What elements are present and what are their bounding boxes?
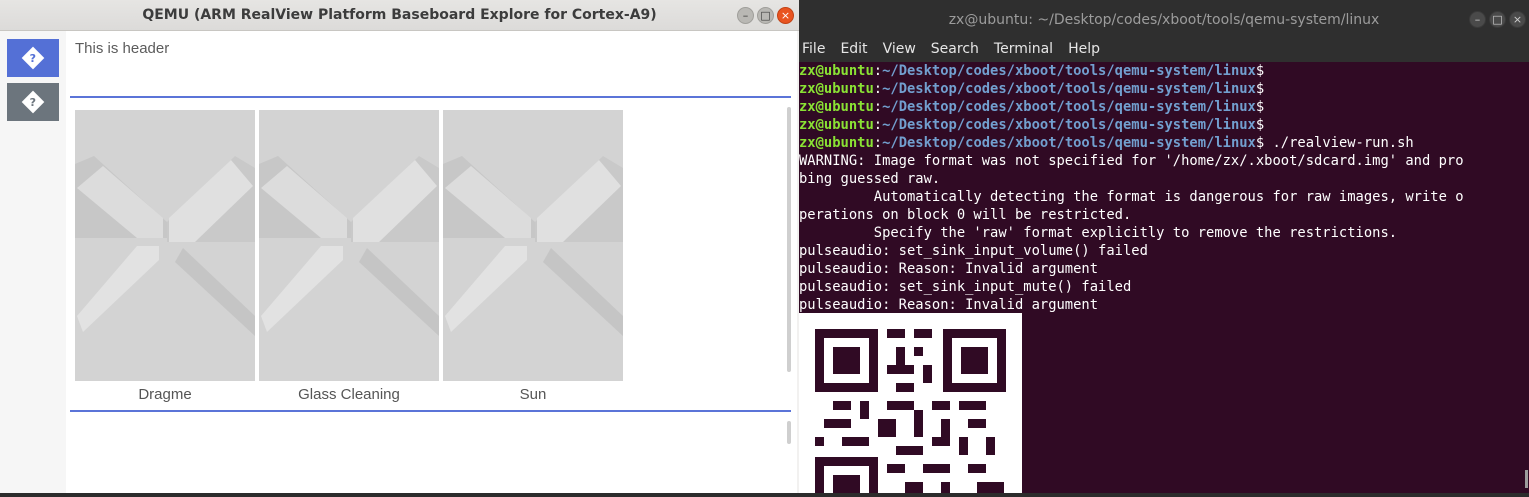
terminal-maximize-button[interactable]: □ [1489, 11, 1506, 28]
qemu-window: QEMU (ARM RealView Platform Baseboard Ex… [0, 0, 799, 493]
output-line: Automatically detecting the format is da… [799, 189, 1464, 205]
xboot-logo-icon [259, 156, 439, 336]
prompt-line: zx@ubuntu:~/Desktop/codes/xboot/tools/qe… [799, 63, 1265, 79]
menu-search[interactable]: Search [928, 38, 979, 62]
output-line: Specify the 'raw' format explicitly to r… [799, 225, 1398, 241]
help-icon: ? [21, 46, 45, 70]
scrollbar[interactable] [787, 107, 791, 372]
menu-view[interactable]: View [880, 38, 916, 62]
header-divider [70, 96, 791, 98]
help-icon: ? [21, 90, 45, 114]
qemu-close-button[interactable]: × [777, 7, 794, 24]
xboot-logo-icon [75, 156, 255, 336]
item-tile-dragme[interactable] [75, 110, 255, 381]
prompt-line: zx@ubuntu:~/Desktop/codes/xboot/tools/qe… [799, 135, 1414, 151]
prompt-line: zx@ubuntu:~/Desktop/codes/xboot/tools/qe… [799, 81, 1265, 97]
scrollbar[interactable] [787, 421, 791, 444]
guest-sidebar: ? ? [0, 31, 66, 493]
output-line: pulseaudio: set_sink_input_mute() failed [799, 279, 1132, 295]
output-line: WARNING: Image format was not specified … [799, 153, 1464, 169]
terminal-minimize-button[interactable]: – [1469, 11, 1486, 28]
terminal-menubar: File Edit View Search Terminal Help [799, 38, 1529, 62]
sidebar-button-1[interactable]: ? [7, 39, 59, 77]
content-divider [70, 410, 791, 412]
qemu-maximize-button[interactable]: □ [757, 7, 774, 24]
terminal-close-button[interactable]: × [1509, 11, 1526, 28]
item-tile-glass-cleaning[interactable] [259, 110, 439, 381]
xboot-logo-icon [443, 156, 623, 336]
qemu-window-title: QEMU (ARM RealView Platform Baseboard Ex… [142, 7, 657, 23]
prompt-line: zx@ubuntu:~/Desktop/codes/xboot/tools/qe… [799, 99, 1265, 115]
qemu-display[interactable]: ? ? This is header Dragme Glass Cleaning… [0, 31, 797, 493]
menu-edit[interactable]: Edit [837, 38, 867, 62]
output-line: pulseaudio: Reason: Invalid argument [799, 261, 1099, 277]
output-line: perations on block 0 will be restricted. [799, 207, 1132, 223]
terminal-titlebar[interactable]: zx@ubuntu: ~/Desktop/codes/xboot/tools/q… [799, 0, 1529, 38]
sidebar-button-2[interactable]: ? [7, 83, 59, 121]
page-header: This is header [75, 40, 170, 57]
prompt-line: zx@ubuntu:~/Desktop/codes/xboot/tools/qe… [799, 117, 1265, 133]
qemu-titlebar[interactable]: QEMU (ARM RealView Platform Baseboard Ex… [0, 0, 799, 31]
menu-terminal[interactable]: Terminal [991, 38, 1053, 62]
menu-file[interactable]: File [799, 38, 825, 62]
output-line: bing guessed raw. [799, 171, 941, 187]
terminal-scrollbar[interactable] [1525, 470, 1528, 488]
item-label: Sun [519, 386, 547, 403]
terminal-window-title: zx@ubuntu: ~/Desktop/codes/xboot/tools/q… [948, 12, 1380, 28]
item-label: Glass Cleaning [298, 386, 400, 403]
item-tile-sun[interactable] [443, 110, 623, 381]
item-label: Dragme [138, 386, 192, 403]
output-line: pulseaudio: Reason: Invalid argument [799, 297, 1099, 313]
output-line: pulseaudio: set_sink_input_volume() fail… [799, 243, 1148, 259]
qr-code-icon [799, 313, 1022, 497]
qemu-minimize-button[interactable]: – [737, 7, 754, 24]
terminal-window: zx@ubuntu: ~/Desktop/codes/xboot/tools/q… [799, 0, 1529, 497]
menu-help[interactable]: Help [1065, 38, 1100, 62]
